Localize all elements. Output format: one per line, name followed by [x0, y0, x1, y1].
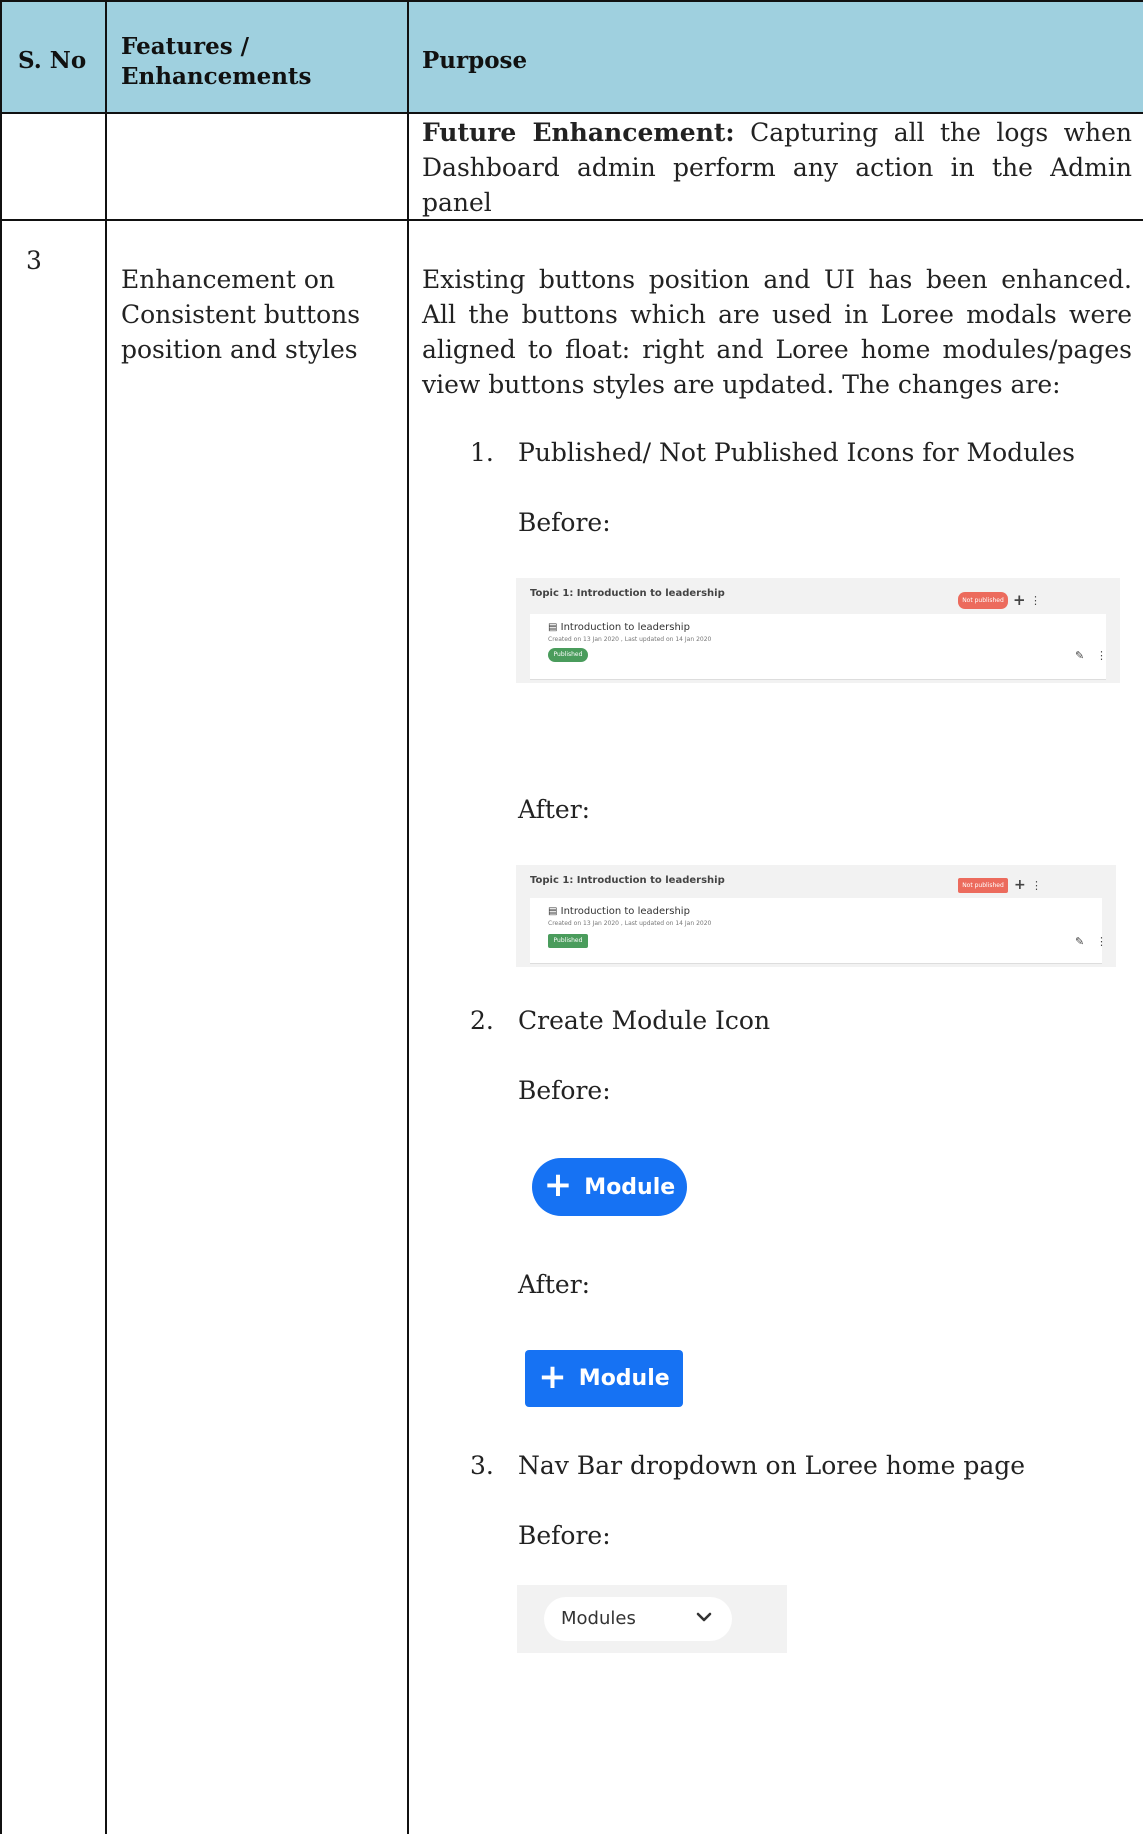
feature-line-2: Consistent buttons	[121, 300, 361, 329]
feature-line-3: position and styles	[121, 335, 358, 364]
list-item-title: Nav Bar dropdown on Loree home page	[518, 1451, 1026, 1480]
topic-title: Topic 1: Introduction to leadership	[530, 588, 725, 599]
screenshot-after-module: Topic 1: Introduction to leadership Not …	[516, 865, 1116, 967]
module-button-before: + Module	[532, 1158, 687, 1216]
module-button-label: Module	[584, 1174, 676, 1200]
list-item: 3. Nav Bar dropdown on Loree home page	[470, 1448, 1025, 1483]
lesson-title: ▤ Introduction to leadership	[548, 906, 690, 917]
feature-line-1: Enhancement on	[121, 265, 336, 294]
row-number: 3	[26, 246, 42, 275]
header-purpose: Purpose	[422, 47, 528, 74]
list-item-number: 2.	[470, 1006, 494, 1035]
header-divider	[0, 112, 1143, 114]
module-button-after: + Module	[525, 1350, 683, 1407]
not-published-badge: Not published	[958, 878, 1008, 893]
more-vert-icon: ⋮	[1096, 649, 1107, 662]
nav-dropdown: Modules	[544, 1597, 732, 1641]
edit-icon: ✎	[1075, 935, 1085, 948]
header-features-line2: Enhancements	[121, 63, 312, 90]
plus-icon: +	[1014, 877, 1026, 893]
module-card: ▤ Introduction to leadership Created on …	[530, 898, 1107, 964]
lesson-meta: Created on 13 Jan 2020 , Last updated on…	[548, 636, 712, 643]
lesson-title: ▤ Introduction to leadership	[548, 622, 690, 633]
list-item: 2. Create Module Icon	[470, 1003, 770, 1038]
after-label: After:	[518, 795, 591, 824]
list-item-number: 1.	[470, 438, 494, 467]
list-item-number: 3.	[470, 1451, 494, 1480]
after-label: After:	[518, 1270, 591, 1299]
more-vert-icon: ⋮	[1031, 879, 1042, 892]
edit-icon: ✎	[1075, 649, 1085, 662]
module-button-label: Module	[578, 1366, 670, 1391]
module-card: ▤ Introduction to leadership Created on …	[530, 614, 1107, 680]
future-enhancement-label: Future Enhancement:	[422, 118, 735, 147]
header-features-line1: Features /	[121, 33, 250, 60]
published-badge: Published	[548, 934, 588, 948]
plus-icon: +	[538, 1356, 567, 1397]
list-item-title: Create Module Icon	[518, 1006, 771, 1035]
more-vert-icon: ⋮	[1096, 935, 1107, 948]
plus-icon: +	[1013, 591, 1026, 609]
before-label: Before:	[518, 1076, 611, 1105]
nav-bar-screenshot: Modules	[517, 1585, 787, 1653]
list-item-title: Published/ Not Published Icons for Modul…	[518, 438, 1075, 467]
not-published-badge: Not published	[958, 592, 1008, 609]
future-enhancement-text: Future Enhancement: Capturing all the lo…	[422, 115, 1132, 220]
enhancement-intro: Existing buttons position and UI has bee…	[422, 265, 1132, 399]
screenshot-before-module: Topic 1: Introduction to leadership Not …	[516, 578, 1120, 683]
chevron-down-icon	[696, 1612, 712, 1622]
before-label: Before:	[518, 508, 611, 537]
table-border-top	[0, 0, 1143, 2]
list-item: 1. Published/ Not Published Icons for Mod…	[470, 435, 1075, 470]
more-vert-icon: ⋮	[1030, 594, 1041, 607]
column-divider-2	[407, 0, 409, 1834]
before-label: Before:	[518, 1521, 611, 1550]
table-border-left	[0, 0, 2, 1834]
header-sno: S. No	[18, 47, 87, 74]
column-divider-1	[105, 0, 107, 1834]
plus-icon: +	[543, 1165, 573, 1205]
lesson-meta: Created on 13 Jan 2020 , Last updated on…	[548, 920, 712, 927]
nav-dropdown-label: Modules	[561, 1608, 636, 1629]
published-badge: Published	[548, 648, 588, 662]
topic-title: Topic 1: Introduction to leadership	[530, 875, 725, 886]
